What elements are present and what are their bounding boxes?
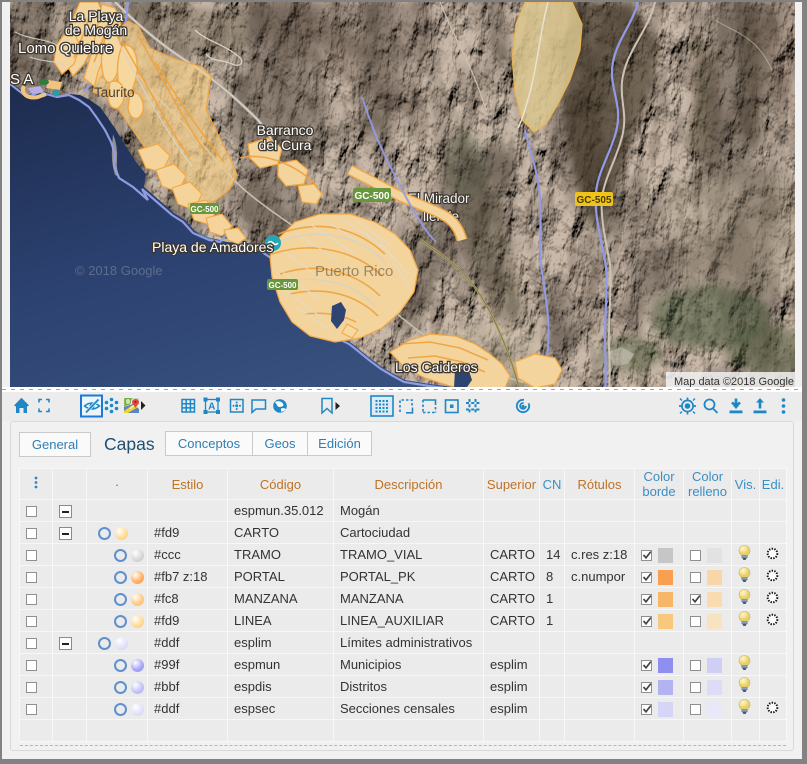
svg-text:del Cura: del Cura <box>259 137 312 153</box>
svg-text:Los Caideros: Los Caideros <box>395 359 478 375</box>
svg-text:Map data ©2018 Google: Map data ©2018 Google <box>674 376 794 387</box>
svg-text:Taurito: Taurito <box>94 85 135 100</box>
svg-text:S A: S A <box>10 71 33 88</box>
svg-text:Puerto Rico: Puerto Rico <box>315 263 393 280</box>
svg-text:GC-500: GC-500 <box>354 191 389 202</box>
svg-text:Lomo Quiebre: Lomo Quiebre <box>18 40 113 57</box>
svg-text:Barranco: Barranco <box>257 122 314 138</box>
svg-text:GC-500: GC-500 <box>190 205 219 214</box>
svg-text:A: A <box>208 402 215 413</box>
svg-text:GC-505: GC-505 <box>576 195 611 206</box>
svg-text:© 2018 Google: © 2018 Google <box>75 263 163 278</box>
svg-text:GC-500: GC-500 <box>268 281 297 290</box>
svg-text:Playa de Amadores: Playa de Amadores <box>152 239 273 255</box>
svg-text:de Mogán: de Mogán <box>65 22 127 38</box>
